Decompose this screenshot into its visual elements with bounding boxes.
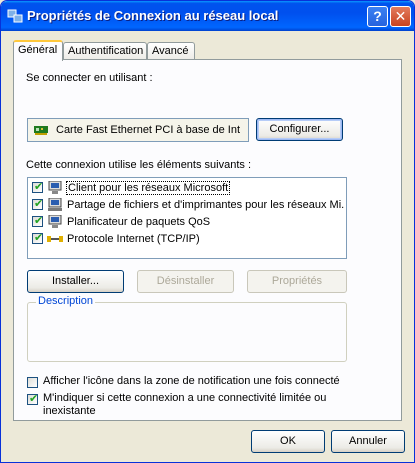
- title-bar[interactable]: Propriétés de Connexion au réseau local …: [1, 1, 414, 31]
- notification-checkbox[interactable]: [27, 377, 38, 388]
- tab-authentication[interactable]: Authentification: [63, 42, 147, 60]
- description-group: Description: [27, 295, 347, 362]
- connect-using-label: Se connecter en utilisant :: [26, 72, 153, 84]
- checkmark-icon: ✔: [29, 393, 39, 405]
- tab-advanced[interactable]: Avancé: [147, 42, 195, 60]
- window-title: Propriétés de Connexion au réseau local: [27, 8, 279, 23]
- dialog-body: Général Authentification Avancé Se conne…: [4, 31, 411, 461]
- ok-button[interactable]: OK: [251, 430, 325, 453]
- notification-option-label: Afficher l'icône dans la zone de notific…: [43, 375, 340, 387]
- network-client-icon: [48, 181, 62, 194]
- limited-connectivity-checkbox[interactable]: ✔: [27, 393, 39, 405]
- network-connection-icon: [7, 9, 23, 23]
- general-panel: Se connecter en utilisant : Carte Fast E…: [13, 59, 402, 421]
- properties-button[interactable]: Propriétés: [247, 270, 347, 293]
- close-button[interactable]: ✕: [390, 6, 411, 27]
- component-label: Planificateur de paquets QoS: [67, 216, 211, 228]
- component-label: Partage de fichiers et d'imprimantes pou…: [67, 199, 344, 211]
- tab-general[interactable]: Général: [13, 40, 63, 61]
- qos-scheduler-icon: [48, 215, 62, 228]
- components-list[interactable]: ✔ Client pour les réseaux Microsoft ✔ Pa…: [27, 177, 347, 259]
- adapter-name: Carte Fast Ethernet PCI à base de Int: [56, 124, 241, 136]
- help-button[interactable]: ?: [367, 6, 388, 27]
- protocol-icon: [47, 236, 63, 242]
- checkmark-icon: ✔: [34, 181, 44, 193]
- component-checkbox[interactable]: ✔: [32, 181, 44, 193]
- checkmark-icon: ✔: [34, 232, 44, 244]
- list-item[interactable]: ✔ Protocole Internet (TCP/IP): [32, 231, 344, 248]
- list-item[interactable]: ✔ Partage de fichiers et d'imprimantes p…: [32, 197, 344, 214]
- network-adapter-icon: [34, 126, 48, 135]
- configure-button[interactable]: Configurer...: [256, 118, 343, 141]
- adapter-field: Carte Fast Ethernet PCI à base de Int: [27, 118, 249, 142]
- uninstall-button[interactable]: Désinstaller: [137, 270, 234, 293]
- properties-dialog: Propriétés de Connexion au réseau local …: [0, 0, 415, 463]
- limited-connectivity-label: M'indiquer si cette connexion a une conn…: [43, 392, 327, 417]
- description-label: Description: [36, 295, 96, 307]
- checkmark-icon: ✔: [34, 198, 44, 210]
- install-button[interactable]: Installer...: [27, 270, 124, 293]
- list-item[interactable]: ✔ Planificateur de paquets QoS: [32, 214, 344, 231]
- component-checkbox[interactable]: ✔: [32, 232, 44, 244]
- cancel-button[interactable]: Annuler: [331, 430, 405, 453]
- list-item[interactable]: ✔ Client pour les réseaux Microsoft: [32, 180, 344, 197]
- file-printer-sharing-icon: [48, 198, 62, 211]
- component-checkbox[interactable]: ✔: [32, 198, 44, 210]
- component-label: Protocole Internet (TCP/IP): [67, 233, 200, 245]
- checkmark-icon: ✔: [34, 215, 44, 227]
- components-label: Cette connexion utilise les éléments sui…: [26, 159, 252, 171]
- component-label: Client pour les réseaux Microsoft: [65, 181, 231, 195]
- component-checkbox[interactable]: ✔: [32, 215, 44, 227]
